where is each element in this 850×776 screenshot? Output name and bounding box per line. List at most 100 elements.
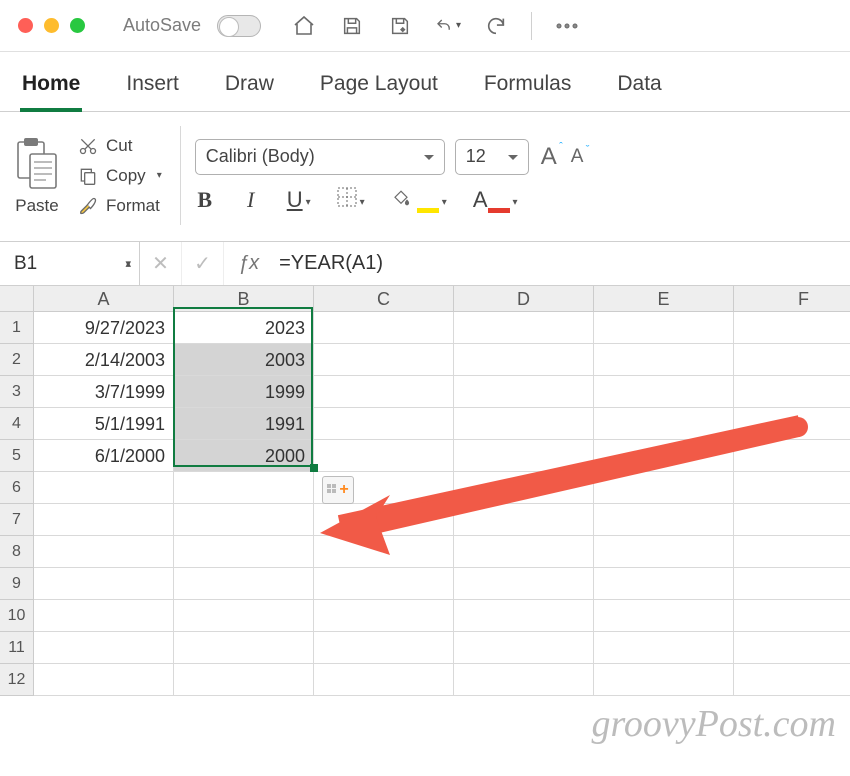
tab-page-layout[interactable]: Page Layout bbox=[318, 66, 440, 111]
cell-E10[interactable] bbox=[594, 600, 734, 632]
paste-button[interactable]: Paste bbox=[14, 136, 60, 216]
cell-D11[interactable] bbox=[454, 632, 594, 664]
cell-D1[interactable] bbox=[454, 312, 594, 344]
redo-icon[interactable] bbox=[483, 13, 509, 39]
cell-F8[interactable] bbox=[734, 536, 850, 568]
bold-button[interactable]: B bbox=[195, 187, 215, 213]
cell-A5[interactable]: 6/1/2000 bbox=[34, 440, 174, 472]
copy-button[interactable]: Copy▾ bbox=[74, 164, 166, 188]
cell-D3[interactable] bbox=[454, 376, 594, 408]
increase-font-button[interactable]: Aˆ bbox=[539, 143, 559, 171]
cell-D8[interactable] bbox=[454, 536, 594, 568]
cell-A9[interactable] bbox=[34, 568, 174, 600]
worksheet-grid[interactable]: ABCDEF19/27/2023202322/14/2003200333/7/1… bbox=[0, 286, 850, 696]
cell-D9[interactable] bbox=[454, 568, 594, 600]
minimize-window-icon[interactable] bbox=[44, 18, 59, 33]
row-header-3[interactable]: 3 bbox=[0, 376, 34, 408]
font-name-select[interactable]: Calibri (Body) bbox=[195, 139, 445, 175]
cell-C10[interactable] bbox=[314, 600, 454, 632]
formula-input[interactable] bbox=[273, 242, 850, 285]
name-box[interactable]: B1 ▴▾ bbox=[0, 242, 140, 285]
cell-C9[interactable] bbox=[314, 568, 454, 600]
cell-B2[interactable]: 2003 bbox=[174, 344, 314, 376]
cell-E3[interactable] bbox=[594, 376, 734, 408]
cell-B6[interactable] bbox=[174, 472, 314, 504]
cell-D7[interactable] bbox=[454, 504, 594, 536]
tab-data[interactable]: Data bbox=[615, 66, 663, 111]
cell-E7[interactable] bbox=[594, 504, 734, 536]
cell-A11[interactable] bbox=[34, 632, 174, 664]
autofill-options-button[interactable]: + bbox=[322, 476, 354, 504]
cell-E2[interactable] bbox=[594, 344, 734, 376]
cell-D10[interactable] bbox=[454, 600, 594, 632]
cell-D12[interactable] bbox=[454, 664, 594, 696]
cell-B1[interactable]: 2023 bbox=[174, 312, 314, 344]
column-header-B[interactable]: B bbox=[174, 286, 314, 312]
tab-formulas[interactable]: Formulas bbox=[482, 66, 574, 111]
column-header-E[interactable]: E bbox=[594, 286, 734, 312]
cell-A12[interactable] bbox=[34, 664, 174, 696]
row-header-11[interactable]: 11 bbox=[0, 632, 34, 664]
cell-F12[interactable] bbox=[734, 664, 850, 696]
column-header-D[interactable]: D bbox=[454, 286, 594, 312]
undo-icon[interactable]: ▾ bbox=[435, 13, 461, 39]
tab-draw[interactable]: Draw bbox=[223, 66, 276, 111]
cell-E9[interactable] bbox=[594, 568, 734, 600]
row-header-5[interactable]: 5 bbox=[0, 440, 34, 472]
font-size-select[interactable]: 12 bbox=[455, 139, 529, 175]
row-header-7[interactable]: 7 bbox=[0, 504, 34, 536]
save-as-icon[interactable] bbox=[387, 13, 413, 39]
cell-B9[interactable] bbox=[174, 568, 314, 600]
cell-E6[interactable] bbox=[594, 472, 734, 504]
row-header-8[interactable]: 8 bbox=[0, 536, 34, 568]
font-color-button[interactable]: A▾ bbox=[473, 187, 518, 213]
cell-F7[interactable] bbox=[734, 504, 850, 536]
cell-F5[interactable] bbox=[734, 440, 850, 472]
column-header-C[interactable]: C bbox=[314, 286, 454, 312]
cell-A10[interactable] bbox=[34, 600, 174, 632]
fx-icon[interactable]: ƒx bbox=[224, 252, 273, 275]
cell-E4[interactable] bbox=[594, 408, 734, 440]
cell-A2[interactable]: 2/14/2003 bbox=[34, 344, 174, 376]
cell-F3[interactable] bbox=[734, 376, 850, 408]
cell-C7[interactable] bbox=[314, 504, 454, 536]
italic-button[interactable]: I bbox=[241, 187, 261, 213]
cell-D6[interactable] bbox=[454, 472, 594, 504]
autosave-toggle[interactable] bbox=[217, 15, 261, 37]
tab-home[interactable]: Home bbox=[20, 66, 82, 112]
cell-F1[interactable] bbox=[734, 312, 850, 344]
cell-F10[interactable] bbox=[734, 600, 850, 632]
cell-A4[interactable]: 5/1/1991 bbox=[34, 408, 174, 440]
cell-B10[interactable] bbox=[174, 600, 314, 632]
cell-F2[interactable] bbox=[734, 344, 850, 376]
cell-F4[interactable] bbox=[734, 408, 850, 440]
maximize-window-icon[interactable] bbox=[70, 18, 85, 33]
cell-B11[interactable] bbox=[174, 632, 314, 664]
cell-C5[interactable] bbox=[314, 440, 454, 472]
cell-F9[interactable] bbox=[734, 568, 850, 600]
fill-color-button[interactable]: ▾ bbox=[391, 187, 447, 213]
column-header-A[interactable]: A bbox=[34, 286, 174, 312]
cell-C12[interactable] bbox=[314, 664, 454, 696]
row-header-4[interactable]: 4 bbox=[0, 408, 34, 440]
cell-C2[interactable] bbox=[314, 344, 454, 376]
row-header-9[interactable]: 9 bbox=[0, 568, 34, 600]
cell-C1[interactable] bbox=[314, 312, 454, 344]
cell-E11[interactable] bbox=[594, 632, 734, 664]
column-header-F[interactable]: F bbox=[734, 286, 850, 312]
select-all-corner[interactable] bbox=[0, 286, 34, 312]
cut-button[interactable]: Cut bbox=[74, 134, 166, 158]
fill-handle[interactable] bbox=[310, 464, 318, 472]
more-icon[interactable] bbox=[554, 13, 580, 39]
home-icon[interactable] bbox=[291, 13, 317, 39]
cell-D5[interactable] bbox=[454, 440, 594, 472]
cell-B4[interactable]: 1991 bbox=[174, 408, 314, 440]
cell-B5[interactable]: 2000 bbox=[174, 440, 314, 472]
cell-C3[interactable] bbox=[314, 376, 454, 408]
cell-C11[interactable] bbox=[314, 632, 454, 664]
enter-formula-icon[interactable]: ✓ bbox=[182, 242, 224, 285]
cell-E12[interactable] bbox=[594, 664, 734, 696]
format-painter-button[interactable]: Format bbox=[74, 194, 166, 218]
cell-E5[interactable] bbox=[594, 440, 734, 472]
cell-B8[interactable] bbox=[174, 536, 314, 568]
